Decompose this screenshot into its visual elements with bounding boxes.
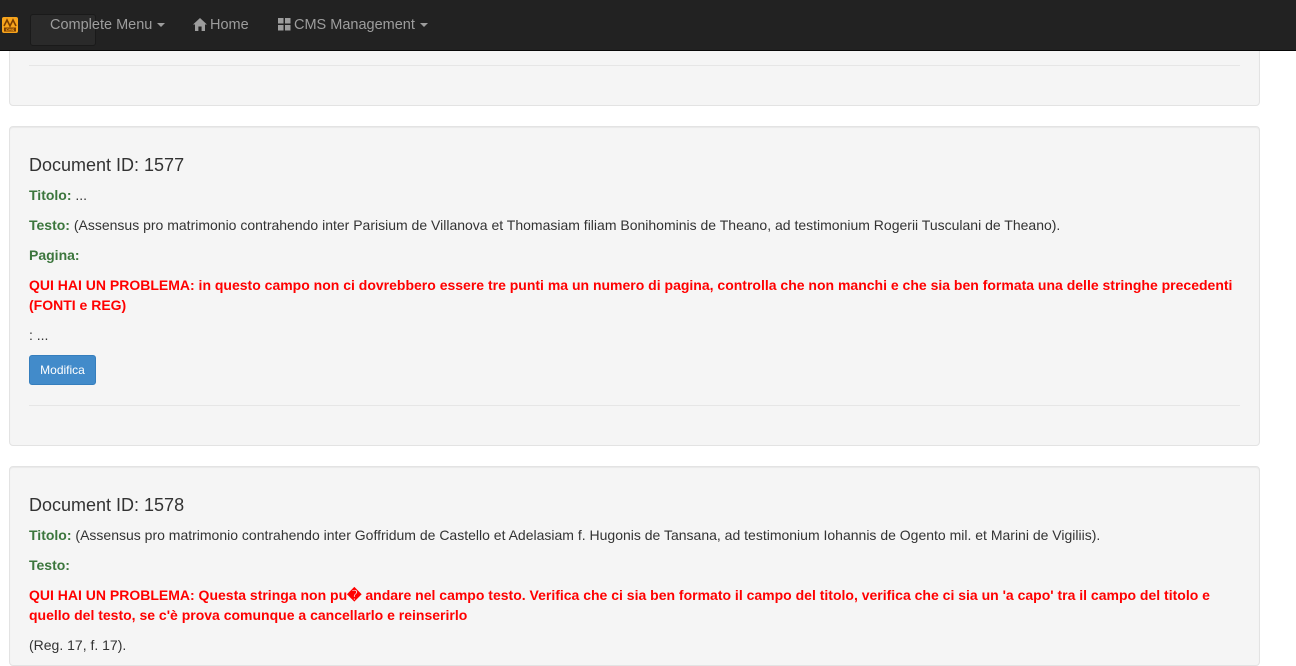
- document-heading: Document ID: 1577: [29, 155, 185, 175]
- nav-complete-menu[interactable]: Complete Menu: [50, 0, 166, 50]
- testo-label: Testo:: [29, 217, 70, 233]
- top-navbar: CMS Complete Menu Home CMS Management: [0, 0, 1296, 51]
- titolo-row: Titolo: (Assensus pro matrimonio contrah…: [29, 525, 1240, 545]
- document-card: Document ID: 1578 Titolo: (Assensus pro …: [9, 466, 1260, 666]
- document-heading: Document ID: 1578: [29, 495, 185, 515]
- titolo-value: ...: [75, 187, 88, 203]
- pagina-label: Pagina:: [29, 247, 80, 263]
- problem-message: QUI HAI UN PROBLEMA: Questa stringa non …: [29, 587, 1210, 623]
- divider: [29, 405, 1240, 406]
- caret-down-icon: [157, 23, 166, 28]
- pagina-value: : ...: [29, 327, 49, 343]
- testo-label: Testo:: [29, 557, 70, 573]
- modifica-button[interactable]: Modifica: [29, 355, 96, 385]
- caret-down-icon: [419, 23, 428, 28]
- pagina-row: Pagina:: [29, 245, 1240, 265]
- svg-text:CMS: CMS: [6, 28, 15, 32]
- nav-home[interactable]: Home: [193, 0, 249, 50]
- document-card: Document ID: 1577 Titolo: ... Testo: (As…: [9, 126, 1260, 446]
- testo-row: Testo: (Assensus pro matrimonio contrahe…: [29, 215, 1240, 235]
- nav-cms-management-label: CMS Management: [294, 17, 415, 33]
- titolo-value: (Assensus pro matrimonio contrahendo int…: [75, 527, 1101, 543]
- titolo-row: Titolo: ...: [29, 185, 1240, 205]
- problem-message: QUI HAI UN PROBLEMA: in questo campo non…: [29, 277, 1233, 313]
- nav-home-label: Home: [210, 17, 249, 33]
- grid-icon: [278, 18, 291, 31]
- home-icon: [193, 18, 207, 31]
- cms-logo-icon[interactable]: CMS: [2, 17, 18, 33]
- titolo-label: Titolo:: [29, 187, 72, 203]
- nav-complete-menu-label: Complete Menu: [50, 17, 153, 33]
- nav-cms-management[interactable]: CMS Management: [278, 0, 428, 50]
- titolo-label: Titolo:: [29, 527, 72, 543]
- reference-text: (Reg. 17, f. 17).: [29, 637, 127, 653]
- divider: [29, 65, 1240, 66]
- testo-row: Testo:: [29, 555, 1240, 575]
- testo-value: (Assensus pro matrimonio contrahendo int…: [73, 217, 1061, 233]
